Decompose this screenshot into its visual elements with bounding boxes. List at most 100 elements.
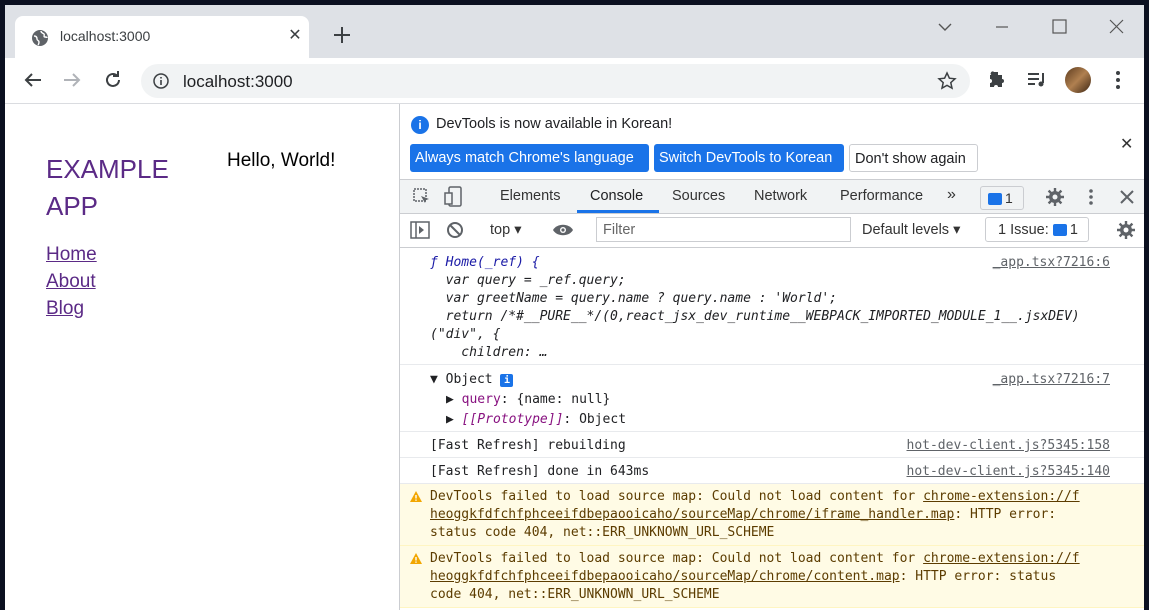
chrome-menu-icon[interactable] xyxy=(1106,68,1130,92)
function-line: var greetName = query.name ? query.name … xyxy=(430,291,837,306)
console-entry-log[interactable]: hot-dev-client.js?5345:140 [Fast Refresh… xyxy=(400,458,1144,484)
issues-label: 1 Issue: xyxy=(998,222,1049,238)
issues-button[interactable]: 1 Issue: 1 xyxy=(985,217,1089,242)
function-line: var query = _ref.query; xyxy=(430,273,626,288)
site-info-icon[interactable] xyxy=(153,73,169,89)
tab-console[interactable]: Console xyxy=(590,188,643,204)
context-selector[interactable]: top ▾ xyxy=(490,222,521,238)
source-map-link[interactable]: chrome-extension://f xyxy=(923,489,1080,504)
browser-toolbar: localhost:3000 xyxy=(5,58,1144,104)
object-info-icon[interactable]: i xyxy=(500,374,514,387)
devtools-menu-icon[interactable] xyxy=(1081,187,1101,207)
log-message: [Fast Refresh] rebuilding xyxy=(430,438,626,453)
media-control-icon[interactable] xyxy=(1025,68,1049,92)
language-infobar: i DevTools is now available in Korean! ✕… xyxy=(400,104,1144,180)
source-link[interactable]: hot-dev-client.js?5345:140 xyxy=(907,464,1111,479)
infobar-close-icon[interactable]: ✕ xyxy=(1120,134,1133,154)
window-close-icon[interactable] xyxy=(1102,15,1130,39)
console-entry-log[interactable]: hot-dev-client.js?5345:158 [Fast Refresh… xyxy=(400,432,1144,458)
object-property-query[interactable]: ▶ query: {name: null} xyxy=(446,392,610,407)
web-page: EXAMPLE APP Hello, World! Home About Blo… xyxy=(5,104,399,610)
message-count: 1 xyxy=(1005,190,1013,206)
always-match-language-button[interactable]: Always match Chrome's language xyxy=(410,144,649,172)
browser-window: localhost:3000 ✕ localhost:3000 EXAMPLE … xyxy=(5,5,1144,610)
property-value: Object xyxy=(579,412,627,427)
log-levels-dropdown[interactable]: Default levels ▾ xyxy=(862,222,960,238)
brand-line-1: EXAMPLE xyxy=(46,154,169,184)
browser-tab[interactable]: localhost:3000 ✕ xyxy=(15,16,309,58)
inspect-element-icon[interactable] xyxy=(412,187,432,207)
property-value: {name: null} xyxy=(516,392,611,407)
new-tab-icon[interactable] xyxy=(330,23,354,47)
brand-line-2: APP xyxy=(46,191,99,221)
console-entry-warning[interactable]: DevTools failed to load source map: Coul… xyxy=(400,484,1144,546)
warning-icon xyxy=(410,553,422,564)
devtools-close-icon[interactable] xyxy=(1117,187,1137,207)
settings-gear-icon[interactable] xyxy=(1045,187,1065,207)
issue-badge-icon xyxy=(1052,224,1067,237)
messages-count-button[interactable]: 1 xyxy=(980,186,1024,210)
tab-close-icon[interactable]: ✕ xyxy=(285,26,305,46)
object-header[interactable]: ▼ Object i xyxy=(430,372,514,387)
filter-input[interactable]: Filter xyxy=(596,217,851,242)
function-line: children: … xyxy=(430,345,548,360)
tab-strip: localhost:3000 ✕ xyxy=(5,5,1144,58)
maximize-icon[interactable] xyxy=(1045,15,1073,39)
app-brand: EXAMPLE APP xyxy=(46,151,196,225)
console-settings-gear-icon[interactable] xyxy=(1116,220,1136,240)
live-expression-eye-icon[interactable] xyxy=(552,223,574,237)
warning-line: DevTools failed to load source map: Coul… xyxy=(430,489,1080,504)
console-entry-warning[interactable]: DevTools failed to load source map: Coul… xyxy=(400,546,1144,608)
reload-icon[interactable] xyxy=(101,68,125,92)
profile-avatar[interactable] xyxy=(1065,67,1091,93)
dont-show-again-button[interactable]: Don't show again xyxy=(849,144,978,172)
nav-links: Home About Blog xyxy=(46,241,97,322)
source-map-link[interactable]: heoggkfdfchfphceeifdbepaooicaho/sourceMa… xyxy=(430,507,954,522)
minimize-icon[interactable] xyxy=(988,15,1016,39)
nav-link-blog[interactable]: Blog xyxy=(46,295,97,322)
console-entry-function[interactable]: _app.tsx?7216:6 ƒ Home(_ref) { var query… xyxy=(400,248,1144,365)
object-property-prototype[interactable]: ▶ [[Prototype]]: Object xyxy=(446,412,626,427)
warning-line: heoggkfdfchfphceeifdbepaooicaho/sourceMa… xyxy=(430,507,1056,522)
warning-line: code 404, net::ERR_UNKNOWN_URL_SCHEME xyxy=(430,587,720,602)
source-map-link[interactable]: heoggkfdfchfphceeifdbepaooicaho/sourceMa… xyxy=(430,569,900,584)
nav-link-home[interactable]: Home xyxy=(46,241,97,268)
hello-text: Hello, World! xyxy=(227,150,336,171)
nav-link-about[interactable]: About xyxy=(46,268,97,295)
tab-elements[interactable]: Elements xyxy=(500,188,560,204)
source-link[interactable]: hot-dev-client.js?5345:158 xyxy=(907,438,1111,453)
sidebar-toggle-icon[interactable] xyxy=(410,221,430,239)
function-line: ("div", { xyxy=(430,327,501,342)
property-key: query xyxy=(461,392,501,407)
extensions-icon[interactable] xyxy=(985,68,1009,92)
address-bar[interactable]: localhost:3000 xyxy=(141,64,970,98)
tab-sources[interactable]: Sources xyxy=(672,188,725,204)
warning-text: : HTTP error: xyxy=(954,507,1057,522)
source-map-link[interactable]: chrome-extension://f xyxy=(923,551,1080,566)
more-tabs-icon[interactable]: » xyxy=(947,186,956,204)
tab-search-icon[interactable] xyxy=(931,15,959,39)
context-value: top xyxy=(490,222,511,238)
function-line: return /*#__PURE__*/(0,react_jsx_dev_run… xyxy=(430,309,1080,324)
device-toolbar-icon[interactable] xyxy=(444,186,464,208)
warning-line: heoggkfdfchfphceeifdbepaooicaho/sourceMa… xyxy=(430,569,1056,584)
log-message: [Fast Refresh] done in 643ms xyxy=(430,464,650,479)
back-icon[interactable] xyxy=(21,68,45,92)
warning-text: DevTools failed to load source map: Coul… xyxy=(430,551,924,566)
warning-line: DevTools failed to load source map: Coul… xyxy=(430,551,1080,566)
forward-icon[interactable] xyxy=(60,68,84,92)
tab-network[interactable]: Network xyxy=(754,188,807,204)
bookmark-star-icon[interactable] xyxy=(937,71,957,91)
console-entry-object[interactable]: _app.tsx?7216:7 ▼ Object i ▶ query: {nam… xyxy=(400,365,1144,432)
console-toolbar: top ▾ Filter Default levels ▾ 1 Issue: 1 xyxy=(400,214,1144,248)
switch-to-korean-button[interactable]: Switch DevTools to Korean xyxy=(654,144,844,172)
source-link[interactable]: _app.tsx?7216:7 xyxy=(993,372,1110,387)
warning-icon xyxy=(410,491,422,502)
source-link[interactable]: _app.tsx?7216:6 xyxy=(993,255,1110,270)
devtools-tabs: Elements Console Sources Network Perform… xyxy=(400,180,1144,214)
url-text[interactable]: localhost:3000 xyxy=(183,72,293,92)
info-icon: i xyxy=(411,116,429,134)
tab-performance[interactable]: Performance xyxy=(840,188,923,204)
clear-console-icon[interactable] xyxy=(446,221,464,239)
property-key: [[Prototype]] xyxy=(461,412,564,427)
